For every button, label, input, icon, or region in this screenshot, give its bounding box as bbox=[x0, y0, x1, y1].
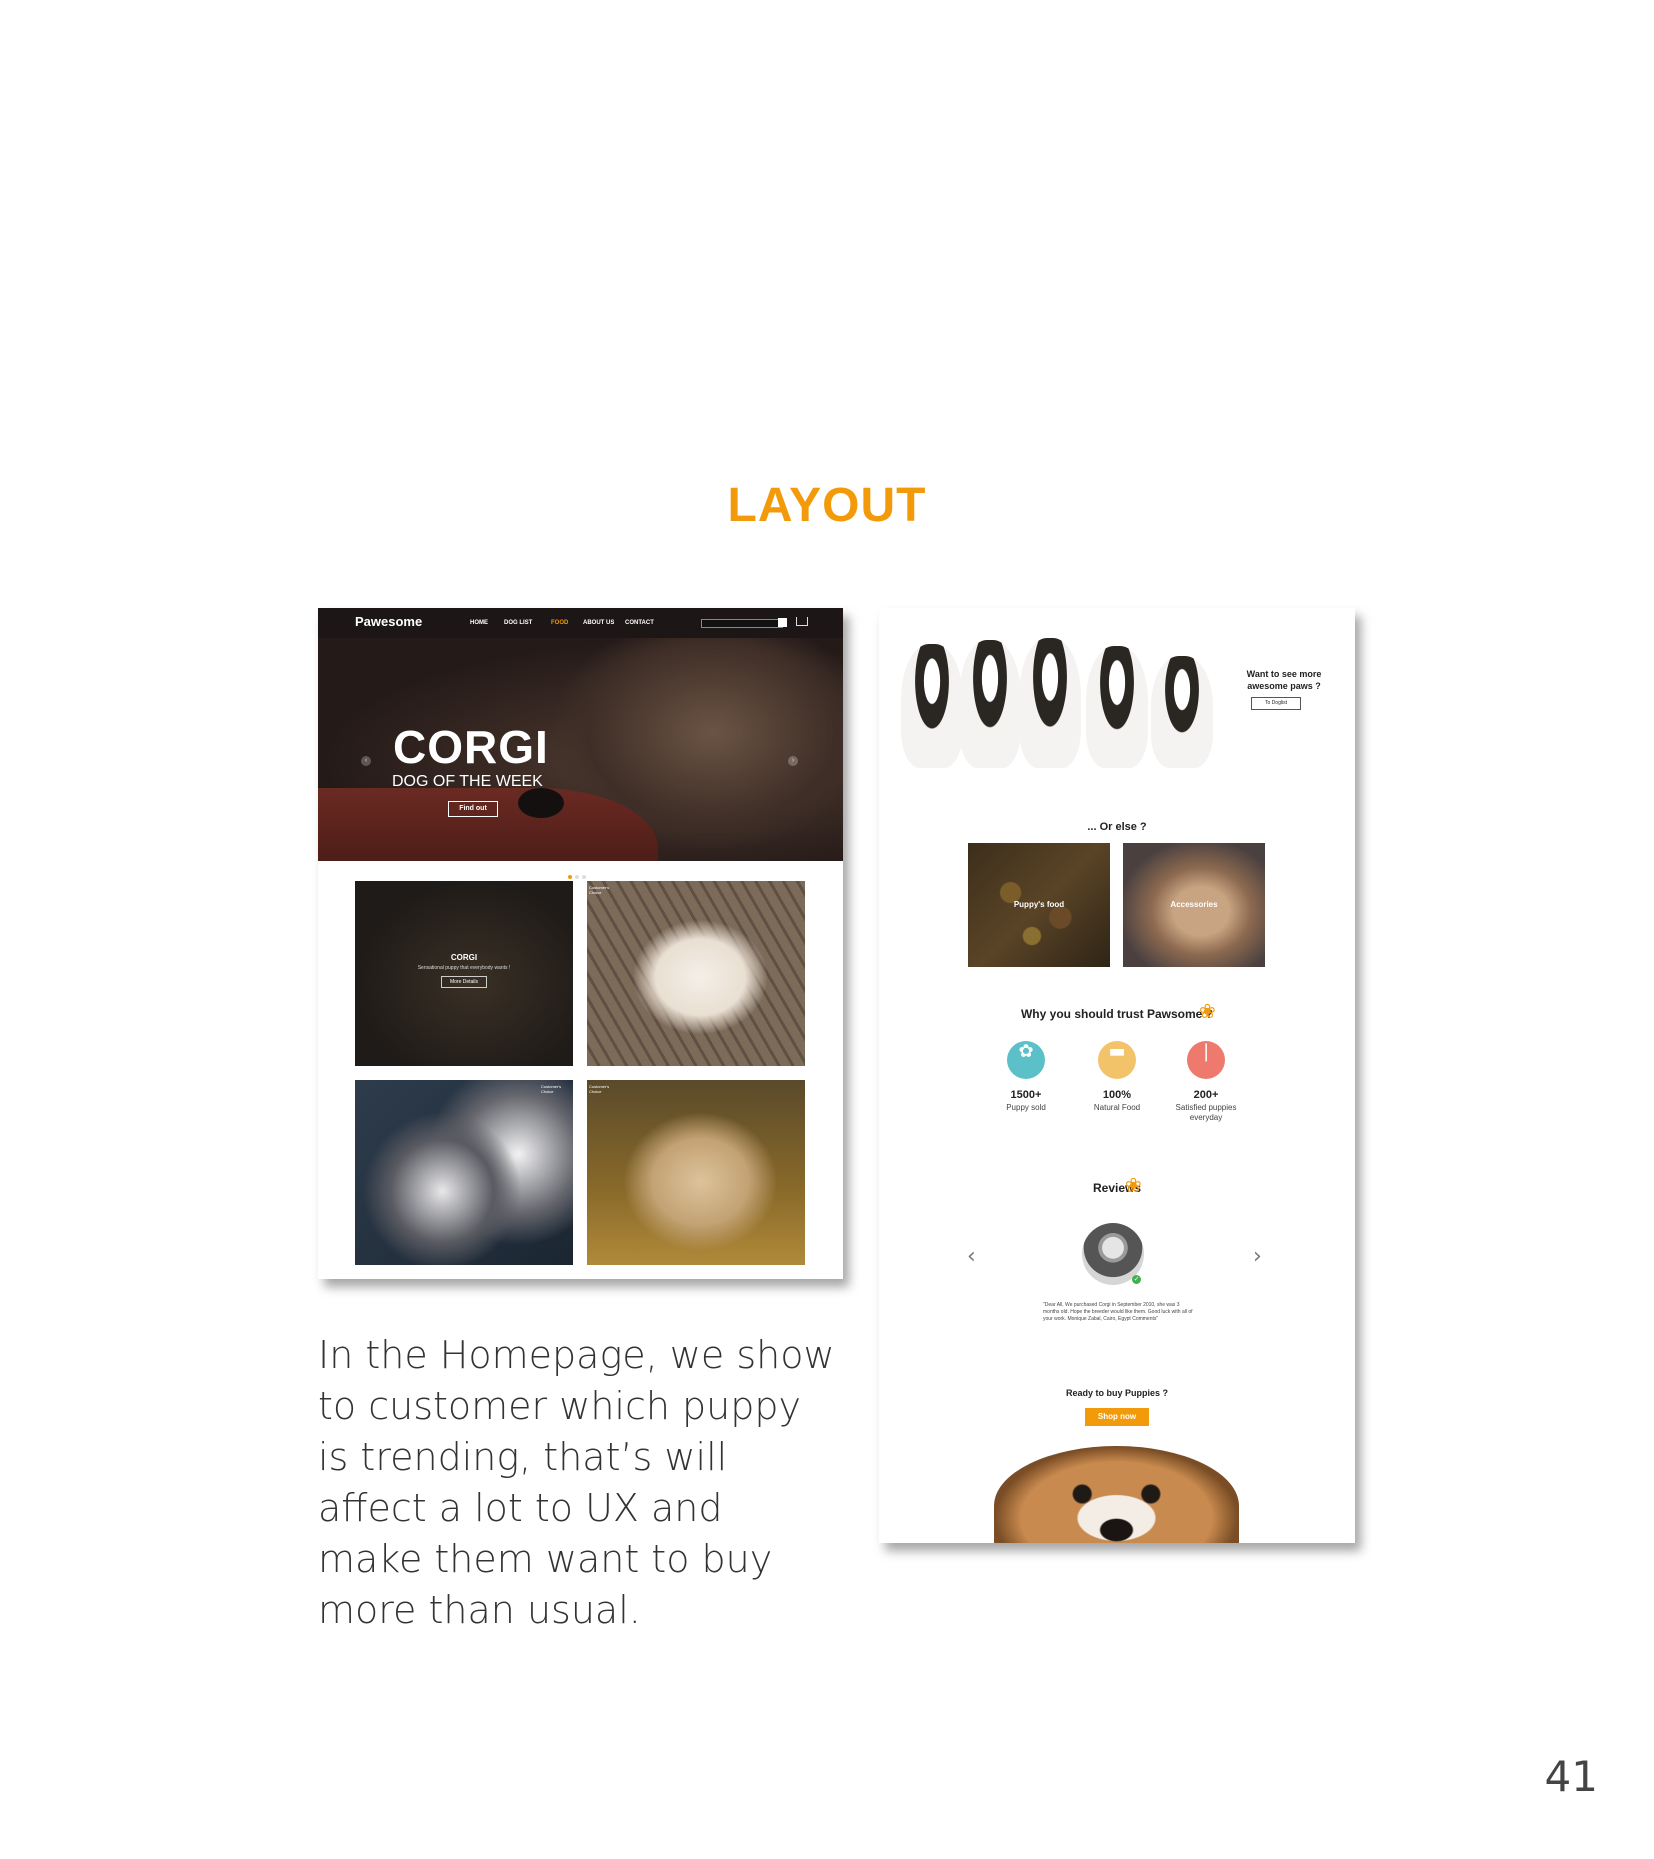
nav-about-us[interactable]: ABOUT US bbox=[583, 620, 614, 626]
category-label: Puppy's food bbox=[1013, 900, 1065, 909]
puppy-image bbox=[1151, 656, 1213, 768]
page-number: 41 bbox=[1544, 1752, 1598, 1801]
stat-label: Puppy sold bbox=[1006, 1103, 1046, 1112]
poodle-tile[interactable]: Customer's Choice bbox=[587, 1080, 805, 1265]
paw-icon: ❀ bbox=[1199, 999, 1216, 1023]
chevron-left-icon[interactable]: ‹ bbox=[967, 1244, 976, 1269]
hero-title: CORGI bbox=[393, 721, 549, 773]
landing-mockup: Want to see more awesome paws ? To Dogli… bbox=[879, 608, 1355, 1543]
site-logo[interactable]: Pawesome bbox=[355, 614, 422, 629]
carousel-next-icon[interactable]: › bbox=[788, 756, 798, 766]
reviews-heading: Reviews bbox=[1092, 1181, 1142, 1195]
nav-home[interactable]: HOME bbox=[470, 620, 488, 626]
slide-title: LAYOUT bbox=[727, 479, 927, 532]
want-more-text: Want to see more awesome paws ? bbox=[1246, 669, 1322, 691]
hero-blanket bbox=[318, 788, 658, 861]
customers-choice-badge: Customer's Choice bbox=[589, 1084, 610, 1094]
paw-icon: ❀ bbox=[1125, 1173, 1142, 1197]
to-doglist-button[interactable]: To Doglist bbox=[1251, 697, 1301, 710]
hero-banner: CORGI DOG OF THE WEEK Find out ‹ › bbox=[318, 638, 843, 861]
verified-icon: ✓ bbox=[1132, 1275, 1141, 1284]
puppy-image bbox=[901, 644, 963, 768]
ready-heading: Ready to buy Puppies ? bbox=[1065, 1388, 1168, 1398]
husky-tile[interactable]: Customer's Choice bbox=[355, 1080, 573, 1265]
hero-subtitle: DOG OF THE WEEK bbox=[392, 773, 543, 790]
chevron-right-icon[interactable]: › bbox=[1253, 1244, 1262, 1269]
category-label: Accessories bbox=[1170, 900, 1218, 909]
puppy-image bbox=[959, 640, 1021, 768]
hero-dog-nose bbox=[518, 788, 564, 818]
nav-contact[interactable]: CONTACT bbox=[625, 620, 654, 626]
nav-dog-list[interactable]: DOG LIST bbox=[504, 620, 532, 626]
slide-caption: In the Homepage, we show to customer whi… bbox=[318, 1333, 835, 1632]
customers-choice-badge: Customer's Choice bbox=[589, 885, 610, 895]
carousel-dot[interactable] bbox=[582, 875, 586, 879]
trust-heading: Why you should trust Pawsome ? bbox=[1020, 1007, 1214, 1021]
carousel-dot[interactable] bbox=[575, 875, 579, 879]
customers-choice-badge: Customer's Choice bbox=[541, 1084, 562, 1094]
carousel-dot[interactable] bbox=[568, 875, 572, 879]
find-out-button[interactable]: Find out bbox=[448, 801, 498, 817]
accessories-card[interactable]: Accessories bbox=[1123, 843, 1265, 967]
more-details-button[interactable]: More Details bbox=[441, 976, 487, 988]
paw-icon: ✿ bbox=[1007, 1041, 1045, 1079]
beagle-photo bbox=[994, 1446, 1239, 1543]
tile-title: CORGI bbox=[450, 953, 478, 962]
top-navbar: Pawesome HOME DOG LIST FOOD ABOUT US CON… bbox=[318, 608, 843, 638]
corgi-tile[interactable]: CORGI Sensational puppy that everybody w… bbox=[355, 881, 573, 1066]
stat-label: Satisfied puppies everyday bbox=[1175, 1103, 1237, 1122]
stat-value: 200+ bbox=[1193, 1089, 1219, 1101]
bulldog-tile[interactable]: Customer's Choice bbox=[587, 881, 805, 1066]
search-input[interactable] bbox=[701, 619, 783, 628]
puppy-image bbox=[1086, 646, 1148, 768]
brush-icon: ❘ bbox=[1187, 1041, 1225, 1079]
nav-food[interactable]: FOOD bbox=[551, 620, 568, 626]
puppy-image bbox=[1019, 638, 1081, 768]
carousel-prev-icon[interactable]: ‹ bbox=[361, 756, 371, 766]
homepage-mockup: Pawesome HOME DOG LIST FOOD ABOUT US CON… bbox=[318, 608, 843, 1279]
stat-value: 100% bbox=[1102, 1089, 1132, 1101]
tile-subtitle: Sensational puppy that everybody wants ! bbox=[417, 965, 511, 971]
shop-now-button[interactable]: Shop now bbox=[1085, 1408, 1149, 1426]
search-icon[interactable] bbox=[778, 618, 787, 627]
cart-icon[interactable] bbox=[796, 617, 808, 626]
puppy-food-card[interactable]: Puppy's food bbox=[968, 843, 1110, 967]
food-bowl-icon: ▬ bbox=[1098, 1041, 1136, 1079]
review-quote: "Dear All, We purchased Corgi in Septemb… bbox=[1043, 1302, 1193, 1322]
stat-value: 1500+ bbox=[1010, 1089, 1042, 1101]
puppies-photo bbox=[901, 630, 1226, 768]
stat-label: Natural Food bbox=[1093, 1103, 1141, 1112]
or-else-heading: ... Or else ? bbox=[1087, 821, 1147, 833]
